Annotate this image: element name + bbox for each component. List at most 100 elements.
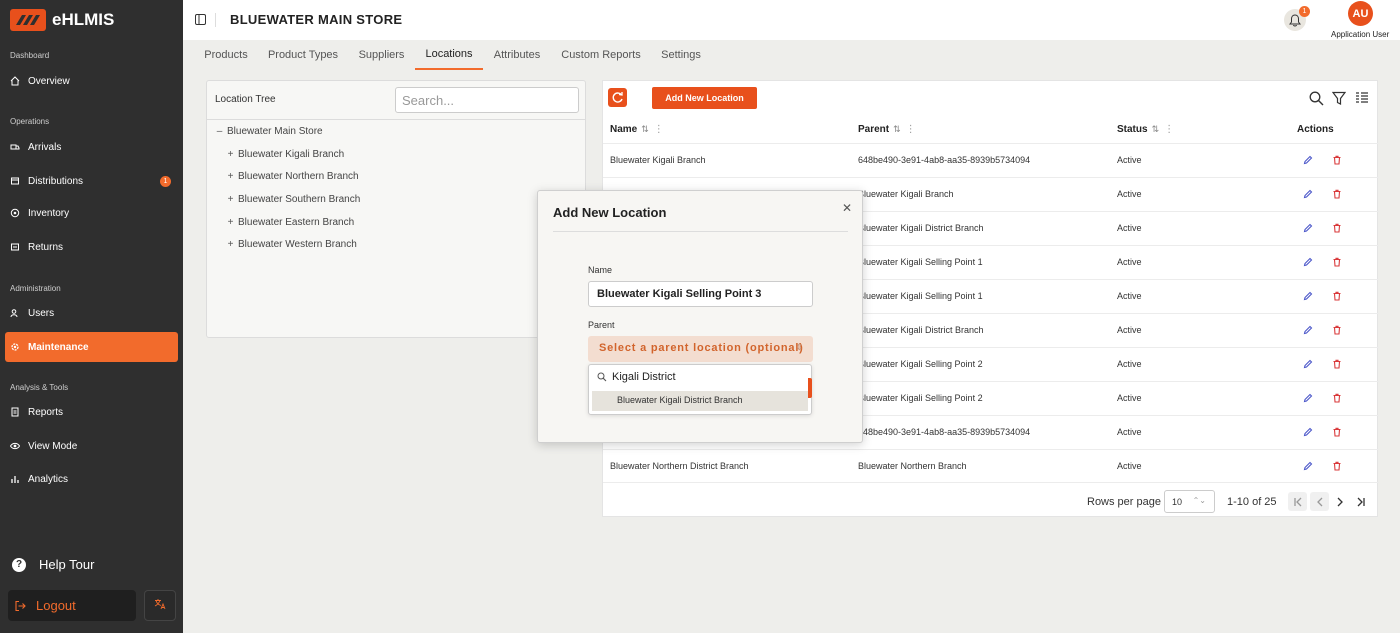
edit-icon[interactable] (1303, 325, 1313, 335)
next-page-button[interactable] (1330, 492, 1349, 511)
prev-page-button[interactable] (1310, 492, 1329, 511)
cell-parent: 648be490-3e91-4ab8-aa35-8939b5734094 (858, 155, 1031, 165)
columns-button[interactable] (1355, 91, 1369, 105)
close-icon[interactable]: ✕ (842, 201, 852, 215)
sidebar-item-label: Reports (28, 406, 64, 418)
cell-parent: Bluewater Kigali Branch (858, 189, 954, 199)
name-field[interactable]: Bluewater Kigali Selling Point 3 (588, 281, 813, 307)
trash-icon[interactable] (1332, 461, 1342, 471)
sort-icon[interactable]: ⇅ (1152, 124, 1160, 135)
tree-node[interactable]: + Bluewater Western Branch (226, 239, 357, 250)
table-row[interactable]: Bluewater Kigali Branch 648be490-3e91-4ab… (603, 143, 1379, 177)
filter-button[interactable] (1332, 91, 1346, 106)
collapse-icon[interactable]: – (215, 126, 224, 137)
tab-custom-reports[interactable]: Custom Reports (557, 40, 645, 70)
expand-icon[interactable]: + (226, 149, 235, 160)
edit-icon[interactable] (1303, 393, 1313, 403)
refresh-button[interactable] (608, 88, 627, 107)
edit-icon[interactable] (1303, 427, 1313, 437)
column-label: Parent (858, 124, 890, 135)
tab-product-types[interactable]: Product Types (263, 40, 343, 70)
add-location-button[interactable]: Add New Location (652, 87, 757, 109)
sidebar-item-view-mode[interactable]: View Mode (5, 431, 178, 461)
trash-icon[interactable] (1332, 427, 1342, 437)
tab-settings[interactable]: Settings (653, 40, 709, 70)
language-button[interactable] (144, 590, 176, 621)
expand-icon[interactable]: + (226, 171, 235, 182)
trash-icon[interactable] (1332, 257, 1342, 267)
dialog-divider (553, 231, 848, 232)
cell-status: Active (1117, 393, 1142, 403)
edit-icon[interactable] (1303, 291, 1313, 301)
notifications-button[interactable]: 1 (1284, 6, 1310, 31)
expand-icon[interactable]: + (226, 194, 235, 205)
column-menu-icon[interactable]: ⋮ (906, 124, 916, 135)
tab-locations[interactable]: Locations (415, 40, 483, 70)
edit-icon[interactable] (1303, 257, 1313, 267)
edit-icon[interactable] (1303, 461, 1313, 471)
trash-icon[interactable] (1332, 155, 1342, 165)
edit-icon[interactable] (1303, 155, 1313, 165)
sidebar-item-maintenance[interactable]: Maintenance (5, 332, 178, 362)
sidebar-item-returns[interactable]: Returns (5, 232, 178, 262)
dropdown-option[interactable]: Bluewater Kigali District Branch (592, 391, 808, 411)
last-page-button[interactable] (1351, 492, 1370, 511)
column-menu-icon[interactable]: ⋮ (1164, 124, 1174, 135)
sidebar-item-analytics[interactable]: Analytics (5, 464, 178, 494)
trash-icon[interactable] (1332, 325, 1342, 335)
sidebar-item-overview[interactable]: Overview (5, 66, 178, 96)
dropdown-search-input[interactable]: Kigali District (612, 371, 676, 383)
trash-icon[interactable] (1332, 359, 1342, 369)
logout-icon (14, 600, 26, 612)
sidebar-item-inventory[interactable]: Inventory (5, 198, 178, 228)
column-header-parent[interactable]: Parent ⇅ ⋮ (858, 124, 916, 135)
cell-status: Active (1117, 427, 1142, 437)
sort-icon[interactable]: ⇅ (641, 124, 649, 135)
trash-icon[interactable] (1332, 223, 1342, 233)
search-button[interactable] (1309, 91, 1324, 106)
column-menu-icon[interactable]: ⋮ (654, 124, 664, 135)
sort-icon[interactable]: ⇅ (893, 124, 901, 135)
trash-icon[interactable] (1332, 291, 1342, 301)
cell-status: Active (1117, 461, 1142, 471)
tree-node[interactable]: + Bluewater Eastern Branch (226, 217, 355, 228)
rows-per-page-select[interactable]: 10 ⌃⌄ (1164, 490, 1215, 513)
sidebar-item-label: Arrivals (28, 141, 62, 153)
avatar[interactable]: AU (1348, 1, 1373, 26)
sidebar-item-arrivals[interactable]: Arrivals (5, 132, 178, 162)
trash-icon[interactable] (1332, 189, 1342, 199)
first-page-button[interactable] (1288, 492, 1307, 511)
tree-node[interactable]: + Bluewater Northern Branch (226, 171, 359, 182)
tab-attributes[interactable]: Attributes (487, 40, 547, 70)
chevron-updown-icon: ⇕ (795, 342, 804, 352)
bell-icon (1289, 13, 1301, 26)
table-row[interactable]: Bluewater Northern District Branch Bluewa… (603, 449, 1379, 483)
help-tour-button[interactable]: ? Help Tour (12, 557, 94, 572)
sidebar-item-reports[interactable]: Reports (5, 397, 178, 427)
sidebar-item-users[interactable]: Users (5, 298, 178, 328)
tab-suppliers[interactable]: Suppliers (352, 40, 411, 70)
expand-icon[interactable]: + (226, 217, 235, 228)
tree-node-root[interactable]: – Bluewater Main Store (215, 126, 323, 137)
column-header-status[interactable]: Status ⇅ ⋮ (1117, 124, 1174, 135)
edit-icon[interactable] (1303, 189, 1313, 199)
trash-icon[interactable] (1332, 393, 1342, 403)
expand-icon[interactable]: + (226, 239, 235, 250)
dropdown-search[interactable]: Kigali District (597, 371, 676, 383)
tree-node[interactable]: + Bluewater Kigali Branch (226, 149, 345, 160)
sidebar-item-distributions[interactable]: Distributions 1 (5, 166, 178, 196)
edit-icon[interactable] (1303, 223, 1313, 233)
rows-per-page-label: Rows per page (1087, 496, 1161, 508)
cell-parent: Bluewater Kigali District Branch (858, 223, 984, 233)
tab-products[interactable]: Products (197, 40, 255, 70)
tree-node[interactable]: + Bluewater Southern Branch (226, 194, 361, 205)
sidebar-toggle-button[interactable] (195, 14, 206, 28)
parent-select[interactable]: Select a parent location (optional) ⇕ (588, 336, 813, 362)
edit-icon[interactable] (1303, 359, 1313, 369)
logout-button[interactable]: Logout (8, 590, 136, 621)
column-header-name[interactable]: Name ⇅ ⋮ (610, 124, 664, 135)
gear-icon (10, 342, 20, 352)
tree-node-label: Bluewater Southern Branch (238, 194, 361, 205)
app-logo[interactable]: eHLMIS (10, 8, 114, 32)
tree-search-input[interactable] (395, 87, 579, 113)
